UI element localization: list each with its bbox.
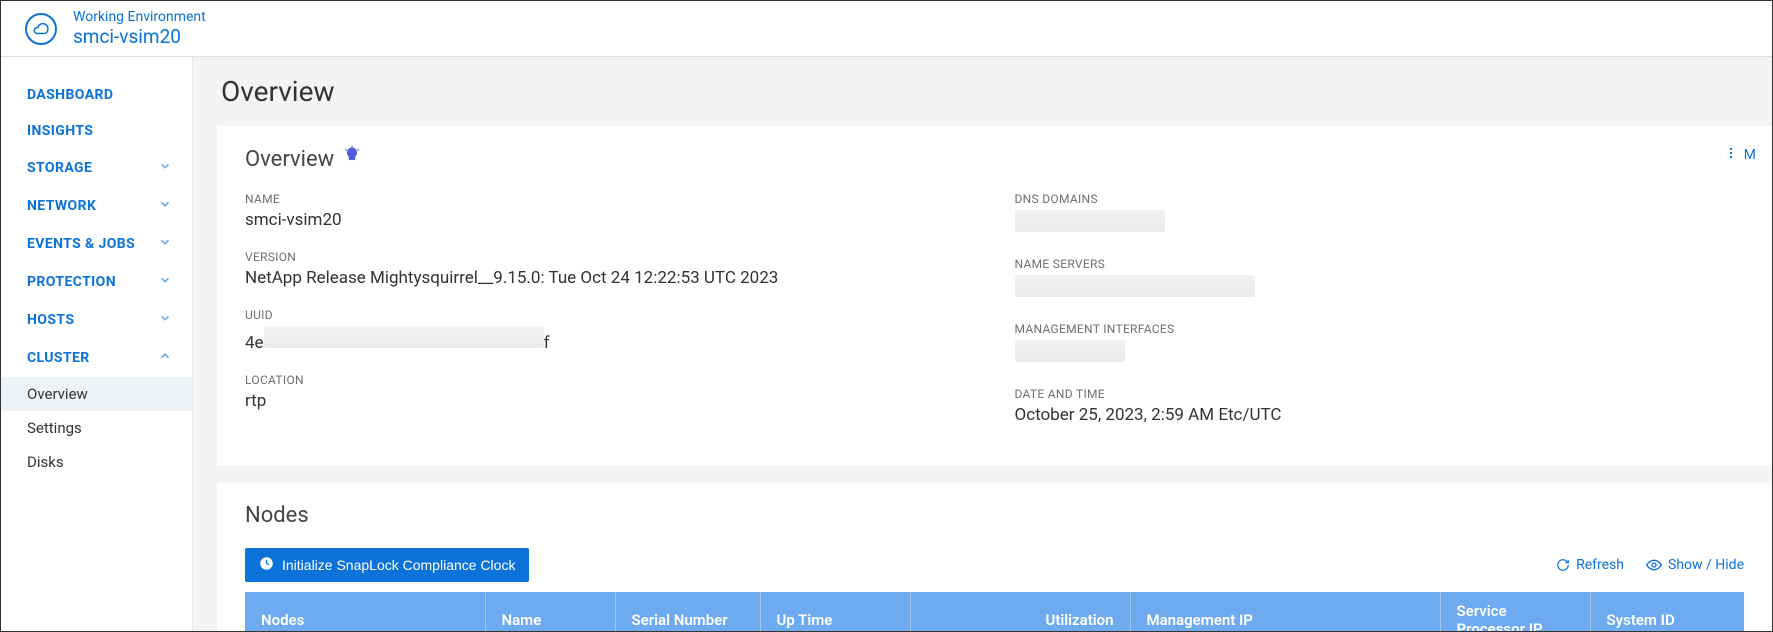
sidebar-item-label: DASHBOARD (27, 87, 113, 103)
sidebar-item-cluster[interactable]: CLUSTER (1, 339, 192, 377)
sidebar-item-label: STORAGE (27, 160, 92, 176)
col-name[interactable]: Name (485, 592, 615, 631)
nodes-table: Nodes Name Serial Number Up Time Utiliza… (245, 592, 1744, 631)
col-sysid[interactable]: System ID (1590, 592, 1744, 631)
version-label: VERSION (245, 250, 975, 264)
main-content: Overview Overview M NAME smci-vsim2 (193, 57, 1772, 631)
mgmt-label: MANAGEMENT INTERFACES (1015, 322, 1745, 336)
sidebar-item-storage[interactable]: STORAGE (1, 149, 192, 187)
chevron-down-icon (158, 311, 172, 329)
col-spip[interactable]: Service Processor IP (1440, 592, 1590, 631)
table-header-row: Nodes Name Serial Number Up Time Utiliza… (245, 592, 1744, 631)
showhide-label: Show / Hide (1668, 557, 1744, 573)
nameservers-label: NAME SERVERS (1015, 257, 1745, 271)
header-title[interactable]: smci-vsim20 (73, 25, 206, 48)
chevron-up-icon (158, 349, 172, 367)
refresh-link[interactable]: Refresh (1556, 557, 1624, 573)
sidebar-item-label: HOSTS (27, 312, 74, 328)
cloud-icon (25, 13, 57, 45)
refresh-icon (1556, 558, 1570, 572)
sidebar-item-network[interactable]: NETWORK (1, 187, 192, 225)
chevron-down-icon (158, 273, 172, 291)
more-label: M (1744, 147, 1756, 163)
app-header: Working Environment smci-vsim20 (1, 1, 1772, 57)
card-title-text: Overview (245, 147, 334, 172)
datetime-value: October 25, 2023, 2:59 AM Etc/UTC (1015, 405, 1745, 425)
sidebar-sub-disks[interactable]: Disks (1, 445, 192, 479)
sidebar-item-dashboard[interactable]: DASHBOARD (1, 77, 192, 113)
showhide-link[interactable]: Show / Hide (1646, 557, 1744, 573)
redacted-block (1015, 340, 1125, 362)
name-value: smci-vsim20 (245, 210, 975, 230)
location-value: rtp (245, 391, 975, 411)
sidebar-item-hosts[interactable]: HOSTS (1, 301, 192, 339)
sidebar-item-insights[interactable]: INSIGHTS (1, 113, 192, 149)
card-more-menu[interactable]: M (1724, 146, 1756, 164)
overview-card: Overview M NAME smci-vsim20 (217, 126, 1772, 465)
more-vert-icon (1724, 146, 1738, 164)
col-nodes[interactable]: Nodes (245, 592, 485, 631)
sidebar-item-label: PROTECTION (27, 274, 116, 290)
col-utilization[interactable]: Utilization (910, 592, 1130, 631)
sidebar-item-events[interactable]: EVENTS & JOBS (1, 225, 192, 263)
dns-label: DNS DOMAINS (1015, 192, 1745, 206)
init-snaplock-button[interactable]: Initialize SnapLock Compliance Clock (245, 548, 529, 582)
sidebar-item-protection[interactable]: PROTECTION (1, 263, 192, 301)
sidebar-item-label: EVENTS & JOBS (27, 236, 135, 252)
lightbulb-icon (342, 146, 362, 172)
col-serial[interactable]: Serial Number (615, 592, 760, 631)
uuid-value: 4e f (245, 326, 975, 353)
sidebar-sub-settings[interactable]: Settings (1, 411, 192, 445)
overview-card-title: Overview (245, 146, 1744, 172)
sidebar-item-label: NETWORK (27, 198, 96, 214)
datetime-label: DATE AND TIME (1015, 387, 1745, 401)
redacted-block (264, 326, 544, 348)
chevron-down-icon (158, 235, 172, 253)
sidebar-item-label: CLUSTER (27, 350, 90, 366)
redacted-block (1015, 275, 1255, 297)
nodes-card: Nodes Initialize SnapLock Compliance Clo… (217, 483, 1772, 631)
sidebar: DASHBOARD INSIGHTS STORAGE NETWORK EVENT… (1, 57, 193, 631)
sidebar-sub-overview[interactable]: Overview (1, 377, 192, 411)
header-sublabel: Working Environment (73, 9, 206, 25)
nodes-card-title: Nodes (245, 503, 1744, 528)
page-title: Overview (193, 57, 1772, 126)
col-uptime[interactable]: Up Time (760, 592, 910, 631)
uuid-prefix: 4e (245, 333, 264, 353)
refresh-label: Refresh (1576, 557, 1624, 573)
location-label: LOCATION (245, 373, 975, 387)
button-label: Initialize SnapLock Compliance Clock (282, 557, 515, 573)
chevron-down-icon (158, 197, 172, 215)
chevron-down-icon (158, 159, 172, 177)
sidebar-item-label: INSIGHTS (27, 123, 93, 139)
uuid-label: UUID (245, 308, 975, 322)
version-value: NetApp Release Mightysquirrel__9.15.0: T… (245, 268, 975, 288)
col-mgmtip[interactable]: Management IP (1130, 592, 1440, 631)
redacted-block (1015, 210, 1165, 232)
name-label: NAME (245, 192, 975, 206)
uuid-suffix: f (544, 333, 550, 353)
eye-icon (1646, 557, 1662, 573)
clock-icon (259, 556, 274, 574)
